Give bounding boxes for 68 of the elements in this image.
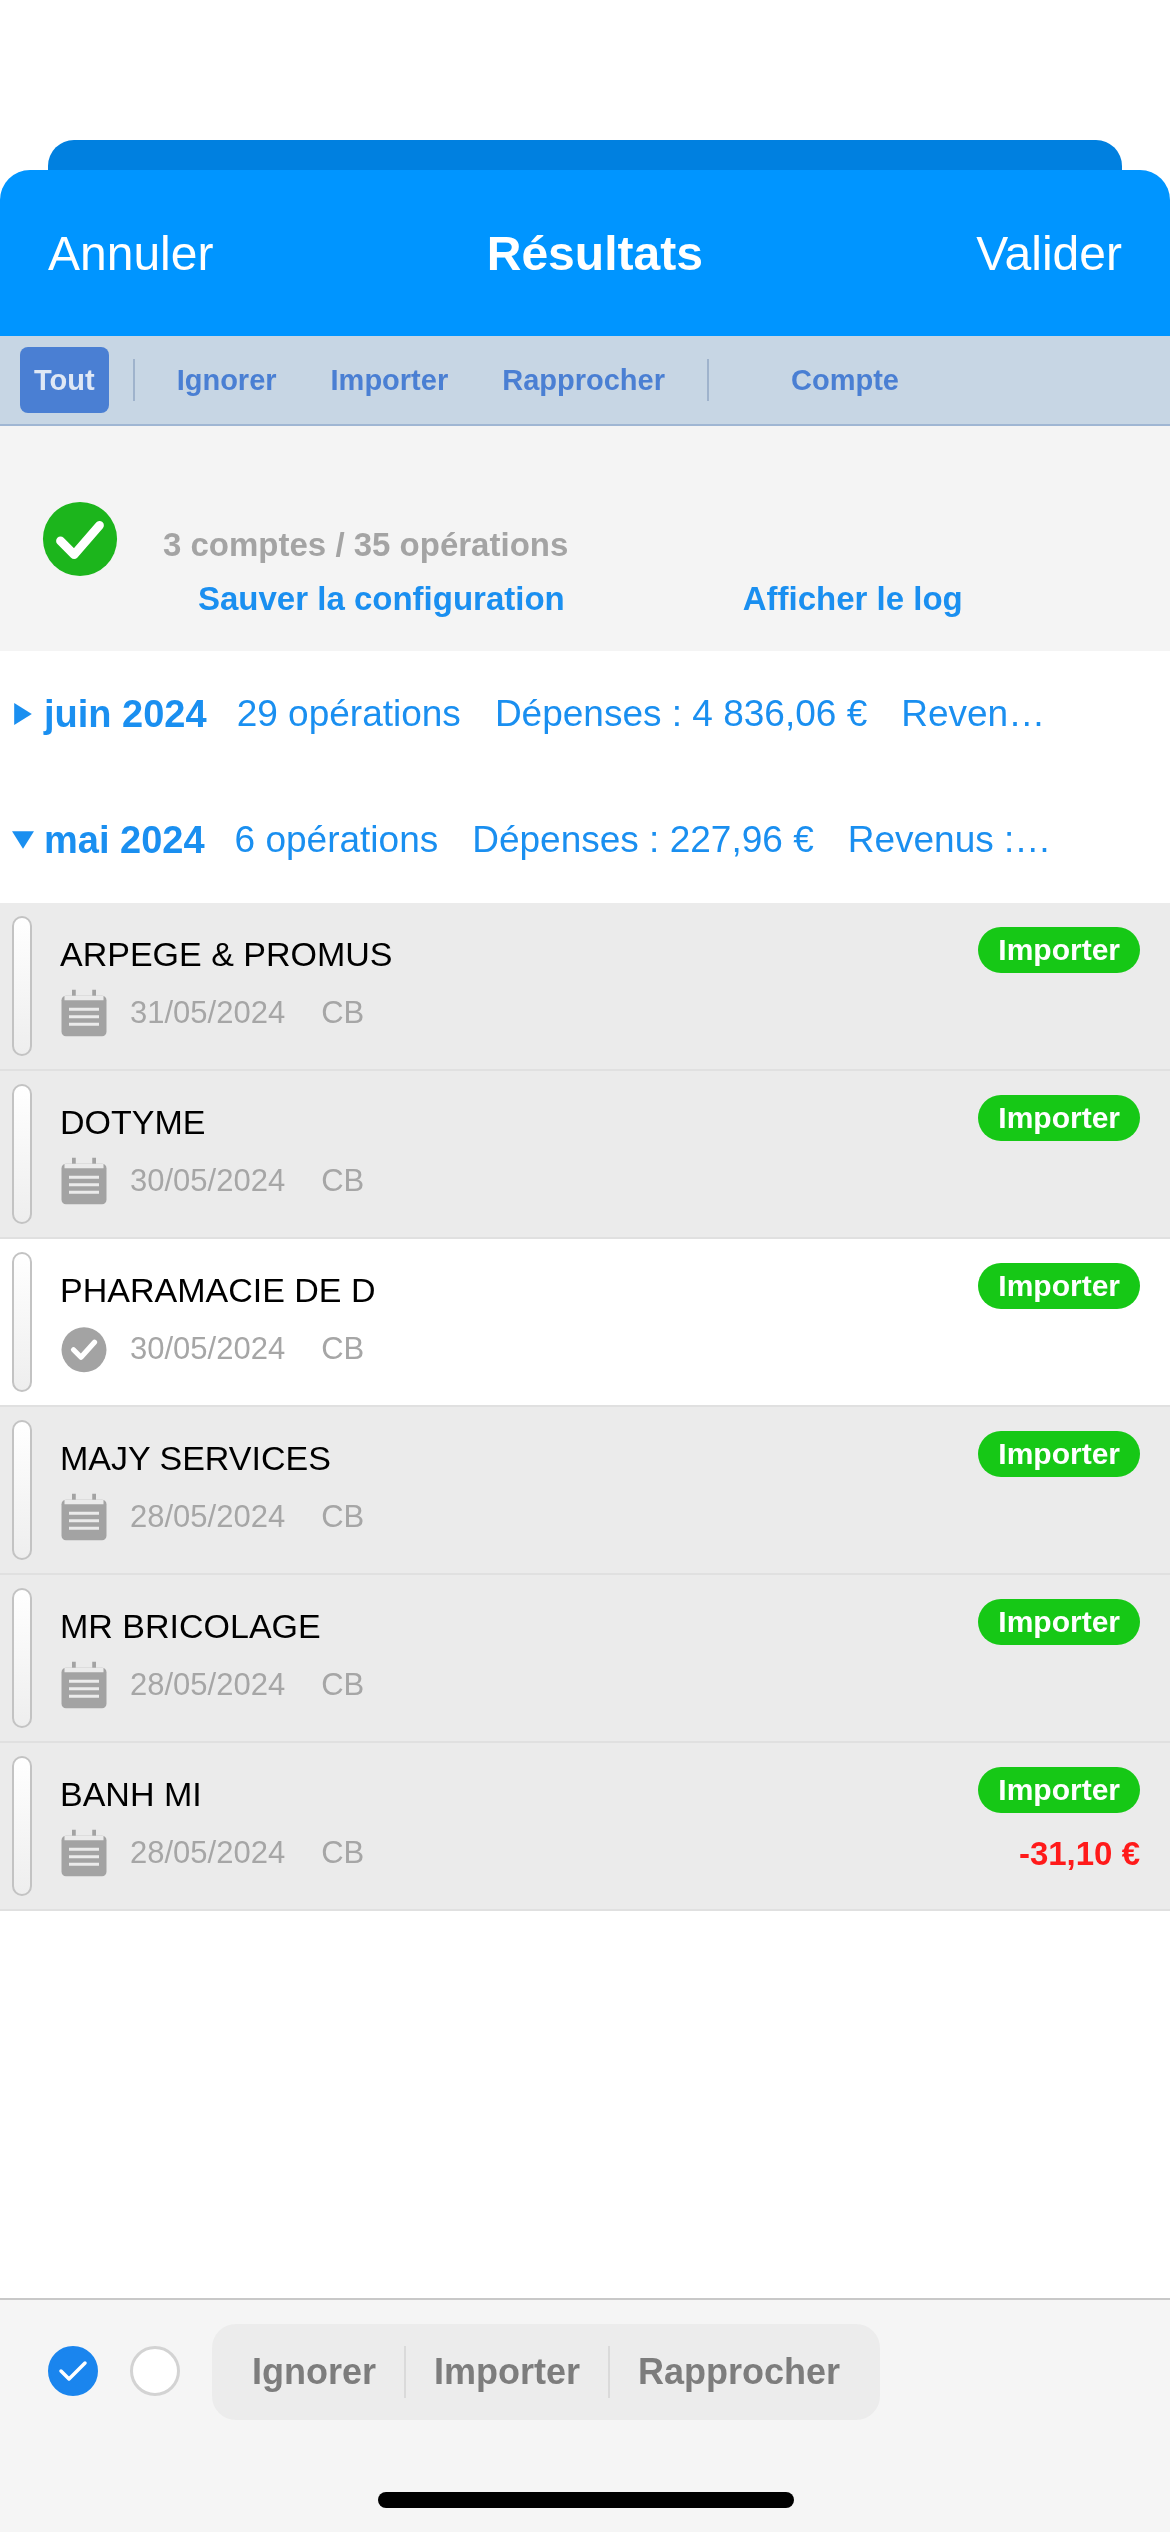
- import-badge[interactable]: Importer: [978, 1263, 1140, 1309]
- select-none-radio[interactable]: [130, 2346, 180, 2396]
- expand-triangle-icon[interactable]: [12, 703, 34, 725]
- confirm-button[interactable]: Valider: [976, 225, 1122, 281]
- payment-type: CB: [321, 1498, 365, 1535]
- import-badge[interactable]: Importer: [978, 1095, 1140, 1141]
- operation-row[interactable]: BANH MI 28/05/2024 CB Importer -31,10 €: [0, 1743, 1170, 1911]
- payment-type: CB: [321, 1330, 365, 1367]
- payment-type: CB: [321, 994, 365, 1031]
- import-badge[interactable]: Importer: [978, 927, 1140, 973]
- operation-label: ARPEGE & PROMUS: [60, 934, 394, 974]
- operation-row[interactable]: ARPEGE & PROMUS 31/05/2024 CB Importer: [0, 903, 1170, 1071]
- row-handle[interactable]: [12, 1588, 32, 1728]
- import-badge[interactable]: Importer: [978, 1599, 1140, 1645]
- collapse-triangle-icon[interactable]: [12, 829, 34, 851]
- import-badge[interactable]: Importer: [978, 1431, 1140, 1477]
- operation-date: 28/05/2024: [130, 1666, 286, 1703]
- cancel-button[interactable]: Annuler: [48, 225, 214, 281]
- operation-date: 31/05/2024: [130, 994, 286, 1031]
- payment-type: CB: [321, 1162, 365, 1199]
- action-button[interactable]: Ignorer: [224, 2351, 404, 2393]
- operation-row[interactable]: MAJY SERVICES 28/05/2024 CB Importer: [0, 1407, 1170, 1575]
- operation-label: MR BRICOLAGE: [60, 1606, 322, 1646]
- operation-count: 6 opérations: [234, 819, 439, 861]
- operation-date: 30/05/2024: [130, 1330, 286, 1367]
- row-handle[interactable]: [12, 1252, 32, 1392]
- row-handle[interactable]: [12, 916, 32, 1056]
- account-summary: 3 comptes / 35 opérations: [163, 526, 570, 564]
- action-button[interactable]: Importer: [406, 2351, 609, 2393]
- operation-label: PHARAMACIE DE D: [60, 1270, 377, 1310]
- payment-type: CB: [321, 1666, 365, 1703]
- row-handle[interactable]: [12, 1084, 32, 1224]
- operation-date: 30/05/2024: [130, 1162, 286, 1199]
- action-link[interactable]: Sauver la configuration: [198, 580, 565, 618]
- calendar-icon: [60, 1155, 108, 1206]
- operation-label: MAJY SERVICES: [60, 1438, 332, 1478]
- calendar-icon: [60, 1827, 108, 1878]
- month-title[interactable]: juin 2024: [44, 692, 207, 736]
- filter-tab[interactable]: Ignorer: [158, 347, 295, 413]
- operation-row[interactable]: DOTYME 30/05/2024 CB Importer: [0, 1071, 1170, 1239]
- operation-label: BANH MI: [60, 1774, 203, 1814]
- action-link[interactable]: Afficher le log: [742, 580, 963, 618]
- import-badge[interactable]: Importer: [978, 1767, 1140, 1813]
- month-title[interactable]: mai 2024: [44, 818, 205, 862]
- select-all-radio[interactable]: [48, 2346, 98, 2396]
- income-total: Revenus :…: [847, 819, 1052, 861]
- amount: -31,10 €: [1018, 1835, 1140, 1873]
- income-total: Reven…: [901, 693, 1046, 735]
- operation-count: 29 opérations: [236, 693, 461, 735]
- calendar-icon: [60, 987, 108, 1038]
- action-button[interactable]: Rapprocher: [610, 2351, 869, 2393]
- row-handle[interactable]: [12, 1420, 32, 1560]
- payment-type: CB: [321, 1834, 365, 1871]
- filter-tab[interactable]: Rapprocher: [484, 347, 683, 413]
- calendar-icon: [60, 1659, 108, 1710]
- screen-title: Résultats: [486, 225, 703, 281]
- operation-date: 28/05/2024: [130, 1498, 286, 1535]
- expenses-total: Dépenses : 227,96 €: [472, 819, 814, 861]
- operation-label: DOTYME: [60, 1102, 207, 1142]
- operation-date: 28/05/2024: [130, 1834, 286, 1871]
- expenses-total: Dépenses : 4 836,06 €: [494, 693, 868, 735]
- filter-tab[interactable]: Importer: [312, 347, 467, 413]
- calendar-icon: [60, 1491, 108, 1542]
- filter-tab[interactable]: Compte: [772, 347, 917, 413]
- row-handle[interactable]: [12, 1756, 32, 1896]
- filter-tab[interactable]: Tout: [20, 347, 109, 413]
- operation-row[interactable]: MR BRICOLAGE 28/05/2024 CB Importer: [0, 1575, 1170, 1743]
- checkmark-icon: [58, 2359, 88, 2383]
